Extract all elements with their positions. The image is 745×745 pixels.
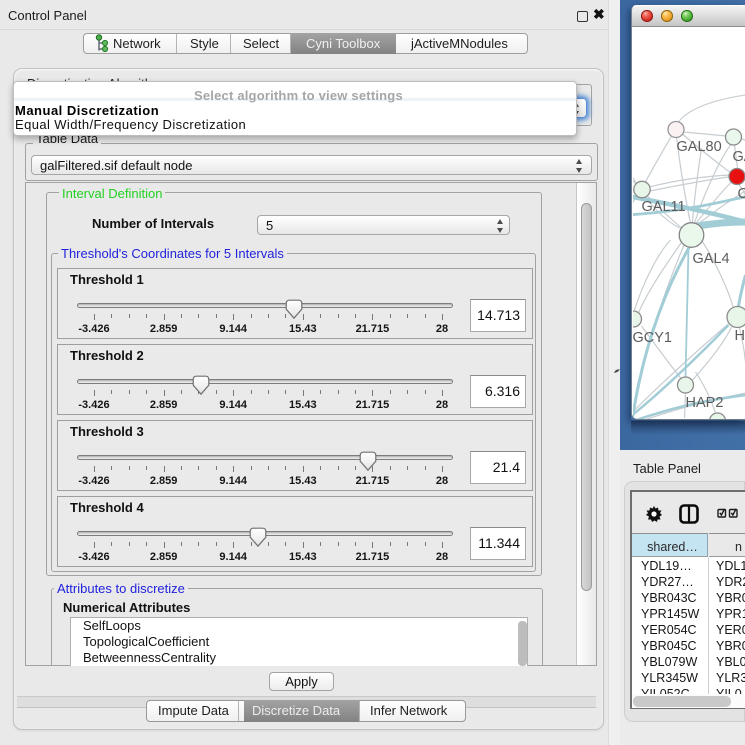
svg-text:GAL80: GAL80 bbox=[676, 139, 721, 155]
svg-text:HAP2: HAP2 bbox=[685, 395, 723, 411]
svg-text:CYC: CYC bbox=[737, 186, 745, 202]
svg-text:GAL4: GAL4 bbox=[692, 251, 729, 267]
svg-text:HIS: HIS bbox=[734, 328, 745, 344]
svg-text:GAL2: GAL2 bbox=[732, 149, 745, 165]
svg-text:GCY1: GCY1 bbox=[633, 330, 672, 346]
svg-text:GAL11: GAL11 bbox=[641, 199, 685, 215]
